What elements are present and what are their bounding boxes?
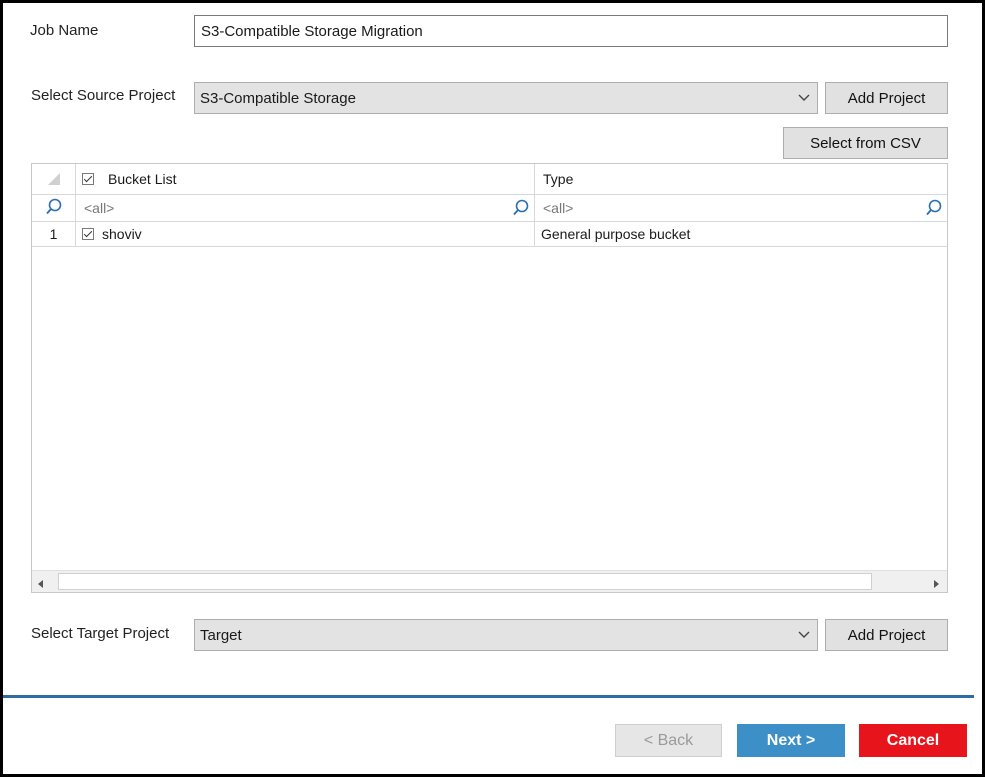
filter-bucket-list[interactable]: <all> <box>76 195 535 222</box>
source-project-label: Select Source Project <box>31 87 176 104</box>
scroll-left-icon[interactable] <box>36 576 46 593</box>
bucket-grid: Bucket List Type <all> <all> 1 shoviv Ge… <box>31 163 948 593</box>
bucket-type: General purpose bucket <box>535 222 947 247</box>
job-name-label: Job Name <box>30 22 99 39</box>
horizontal-scrollbar[interactable] <box>32 570 947 592</box>
target-add-project-button[interactable]: Add Project <box>825 619 948 651</box>
filter-bucket-list-value: <all> <box>84 200 115 216</box>
search-icon[interactable] <box>925 199 943 220</box>
filter-type[interactable]: <all> <box>535 195 947 222</box>
bucket-name: shoviv <box>102 226 142 242</box>
source-project-value: S3-Compatible Storage <box>200 89 356 107</box>
search-icon[interactable] <box>512 199 530 220</box>
scroll-right-icon[interactable] <box>931 576 941 593</box>
job-name-input[interactable]: S3-Compatible Storage Migration <box>194 15 948 47</box>
footer-divider <box>3 695 974 698</box>
job-name-value: S3-Compatible Storage Migration <box>201 22 423 40</box>
column-header-bucket-list[interactable]: Bucket List <box>76 164 535 195</box>
chevron-down-icon <box>797 628 811 642</box>
back-button[interactable]: < Back <box>615 724 722 757</box>
target-project-label: Select Target Project <box>31 625 170 642</box>
scroll-thumb[interactable] <box>58 573 872 590</box>
row-number: 1 <box>32 222 76 247</box>
select-all-checkbox[interactable] <box>82 173 94 185</box>
search-icon <box>45 198 63 219</box>
column-header-type-label: Type <box>543 171 574 187</box>
table-row[interactable]: shoviv <box>76 222 535 247</box>
column-header-type[interactable]: Type <box>535 164 947 195</box>
filter-row-icon-cell <box>32 195 76 222</box>
next-button[interactable]: Next > <box>737 724 845 757</box>
source-project-select[interactable]: S3-Compatible Storage <box>194 82 818 114</box>
cancel-button[interactable]: Cancel <box>859 724 967 757</box>
column-header-bucket-list-label: Bucket List <box>108 171 177 187</box>
filter-type-value: <all> <box>543 200 574 216</box>
target-project-value: Target <box>200 626 242 644</box>
select-from-csv-button[interactable]: Select from CSV <box>783 127 948 159</box>
source-add-project-button[interactable]: Add Project <box>825 82 948 114</box>
target-project-select[interactable]: Target <box>194 619 818 651</box>
row-checkbox[interactable] <box>82 228 94 240</box>
chevron-down-icon <box>797 91 811 105</box>
grid-corner <box>32 164 76 195</box>
